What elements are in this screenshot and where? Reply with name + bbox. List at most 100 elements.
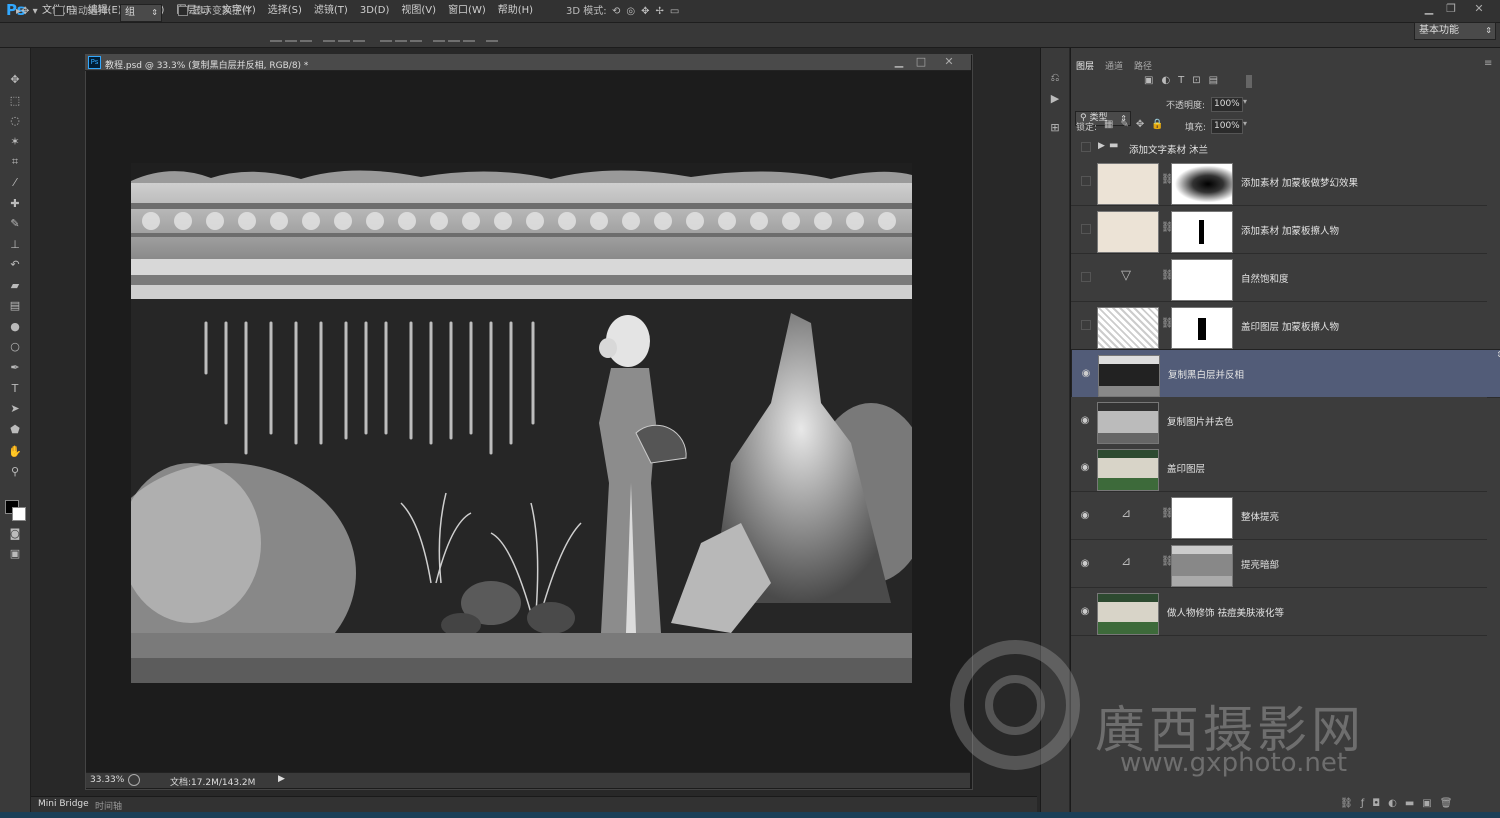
visibility-toggle[interactable] (1081, 224, 1091, 234)
layer-row[interactable]: ◉ ⊿ ⛓ 提亮暗部 (1071, 540, 1487, 588)
close-app-icon[interactable]: ✕ (1464, 2, 1494, 16)
fill-input[interactable]: 100% (1211, 119, 1243, 134)
marquee-tool-icon[interactable]: ⬚ (6, 93, 24, 109)
brush-tool-icon[interactable]: ✎ (6, 216, 24, 232)
crop-tool-icon[interactable]: ⌗ (6, 154, 24, 170)
auto-align-icon[interactable] (486, 28, 498, 42)
tab-layers[interactable]: 图层 (1076, 59, 1094, 72)
auto-select-target-select[interactable]: 组 (120, 4, 162, 22)
expand-arrow-icon[interactable]: ▶ (1098, 141, 1105, 151)
align-hcenter-icon[interactable] (338, 28, 350, 42)
eraser-tool-icon[interactable]: ▰ (6, 278, 24, 294)
shape-tool-icon[interactable]: ⬟ (6, 422, 24, 438)
path-selection-tool-icon[interactable]: ➤ (6, 401, 24, 417)
mask-thumbnail[interactable] (1171, 259, 1233, 301)
close-doc-icon[interactable]: ✕ (940, 55, 958, 69)
tab-paths[interactable]: 路径 (1134, 59, 1152, 72)
align-right-icon[interactable] (353, 28, 365, 42)
healing-brush-tool-icon[interactable]: ✚ (6, 196, 24, 212)
visibility-toggle[interactable] (1081, 176, 1091, 186)
align-bottom-icon[interactable] (300, 28, 312, 42)
menu-select[interactable]: 选择(S) (262, 0, 308, 22)
distribute-hcenter-icon[interactable] (448, 28, 460, 42)
mask-thumbnail[interactable] (1171, 497, 1233, 539)
mask-thumbnail[interactable] (1171, 545, 1233, 587)
zoom-tool-icon[interactable]: ⚲ (6, 464, 24, 480)
screen-mode-icon[interactable]: ▣ (6, 546, 24, 562)
layer-row[interactable]: ⛓ 添加素材 加蒙板擦人物 (1071, 206, 1487, 254)
blur-tool-icon[interactable]: ● (6, 319, 24, 335)
properties-panel-icon[interactable]: ⊞ (1046, 120, 1064, 136)
filter-icons[interactable]: ▣◐T⊡▤ (1144, 75, 1226, 86)
restore-app-icon[interactable]: ❐ (1442, 2, 1460, 16)
eye-icon[interactable]: ◉ (1079, 510, 1091, 522)
hand-tool-icon[interactable]: ✋ (6, 444, 24, 460)
layer-footer-icons[interactable]: ⛓ƒ◘◐▬▣🗑 (1340, 798, 1460, 809)
history-panel-icon[interactable]: ⎌ (1046, 70, 1064, 86)
distribute-left-icon[interactable] (433, 28, 445, 42)
actions-panel-icon[interactable]: ▶ (1046, 91, 1064, 107)
restore-doc-icon[interactable]: □ (912, 55, 930, 69)
mask-thumbnail[interactable] (1171, 211, 1233, 253)
visibility-toggle[interactable] (1081, 142, 1091, 152)
clone-stamp-tool-icon[interactable]: ⊥ (6, 237, 24, 253)
align-top-icon[interactable] (270, 28, 282, 42)
filter-toggle[interactable] (1246, 75, 1252, 88)
eyedropper-tool-icon[interactable]: ⁄ (6, 175, 24, 191)
layer-row[interactable]: ◉ ⊿ ⛓ 整体提亮 (1071, 492, 1487, 540)
status-menu-icon[interactable]: ▶ (278, 774, 285, 784)
dodge-tool-icon[interactable]: ○ (6, 339, 24, 355)
minimize-app-icon[interactable]: ▁ (1420, 2, 1438, 16)
opacity-input[interactable]: 100% (1211, 97, 1243, 112)
tab-channels[interactable]: 通道 (1105, 59, 1123, 72)
tab-timeline[interactable]: 时间轴 (95, 799, 122, 812)
layer-row[interactable]: ⛓ 盖印图层 加蒙板擦人物 (1071, 302, 1487, 350)
menu-3d[interactable]: 3D(D) (354, 0, 396, 22)
mask-thumbnail[interactable] (1171, 163, 1233, 205)
quick-mask-icon[interactable]: ◙ (6, 526, 24, 542)
layer-row[interactable]: ▽ ⛓ 自然饱和度 (1071, 254, 1487, 302)
distribute-bottom-icon[interactable] (410, 28, 422, 42)
image-canvas[interactable] (131, 163, 912, 683)
align-left-icon[interactable] (323, 28, 335, 42)
distribute-top-icon[interactable] (380, 28, 392, 42)
panel-menu-icon[interactable]: ≡ (1484, 58, 1492, 69)
gradient-tool-icon[interactable]: ▤ (6, 298, 24, 314)
status-info-icon[interactable] (128, 774, 140, 786)
pen-tool-icon[interactable]: ✒ (6, 360, 24, 376)
eye-icon[interactable]: ◉ (1079, 558, 1091, 570)
layer-row[interactable]: ◉ 做人物修饰 祛痘美肤液化等 (1071, 588, 1487, 636)
show-transform-checkbox[interactable]: 显示变换控件 (178, 4, 252, 20)
layer-row-selected[interactable]: ◉ 复制黑白层并反相 (1071, 349, 1500, 398)
eye-icon[interactable]: ◉ (1079, 462, 1091, 474)
layer-row[interactable]: ⛓ 添加素材 加蒙板做梦幻效果 (1071, 158, 1487, 206)
layer-row[interactable]: ◉ 复制图片并去色 (1071, 397, 1487, 445)
fill-dropdown-icon[interactable]: ▾ (1243, 119, 1247, 128)
background-color-swatch[interactable] (12, 507, 26, 521)
zoom-level[interactable]: 33.33% (90, 775, 124, 785)
magic-wand-tool-icon[interactable]: ✶ (6, 134, 24, 150)
type-tool-icon[interactable]: T (6, 381, 24, 397)
eye-icon[interactable]: ◉ (1079, 606, 1091, 618)
eye-icon[interactable]: ◉ (1079, 415, 1091, 427)
move-tool-icon[interactable]: ✥ (6, 72, 24, 88)
move-tool-preset-icon[interactable]: ▸✥ ▾ (16, 4, 38, 20)
eye-icon[interactable]: ◉ (1080, 368, 1092, 380)
layer-group-row[interactable]: ▶ ▬ 添加文字素材 沐兰 (1071, 138, 1487, 159)
distribute-right-icon[interactable] (463, 28, 475, 42)
workspace-select[interactable]: 基本功能 (1414, 22, 1496, 40)
visibility-toggle[interactable] (1081, 320, 1091, 330)
lock-icons[interactable]: ▦✎✥🔒 (1104, 119, 1171, 130)
lasso-tool-icon[interactable]: ◌ (6, 113, 24, 129)
layer-row[interactable]: ◉ 盖印图层 (1071, 444, 1487, 492)
tab-mini-bridge[interactable]: Mini Bridge (38, 799, 89, 809)
visibility-toggle[interactable] (1081, 272, 1091, 282)
3d-tools-icons[interactable]: ⟲◎✥✢▭ (612, 4, 685, 20)
auto-select-checkbox[interactable]: 自动选择: (54, 4, 111, 20)
minimize-doc-icon[interactable]: ▁ (890, 55, 908, 69)
align-vcenter-icon[interactable] (285, 28, 297, 42)
menu-view[interactable]: 视图(V) (395, 0, 442, 22)
history-brush-tool-icon[interactable]: ↶ (6, 257, 24, 273)
mask-thumbnail[interactable] (1171, 307, 1233, 349)
opacity-dropdown-icon[interactable]: ▾ (1243, 97, 1247, 106)
